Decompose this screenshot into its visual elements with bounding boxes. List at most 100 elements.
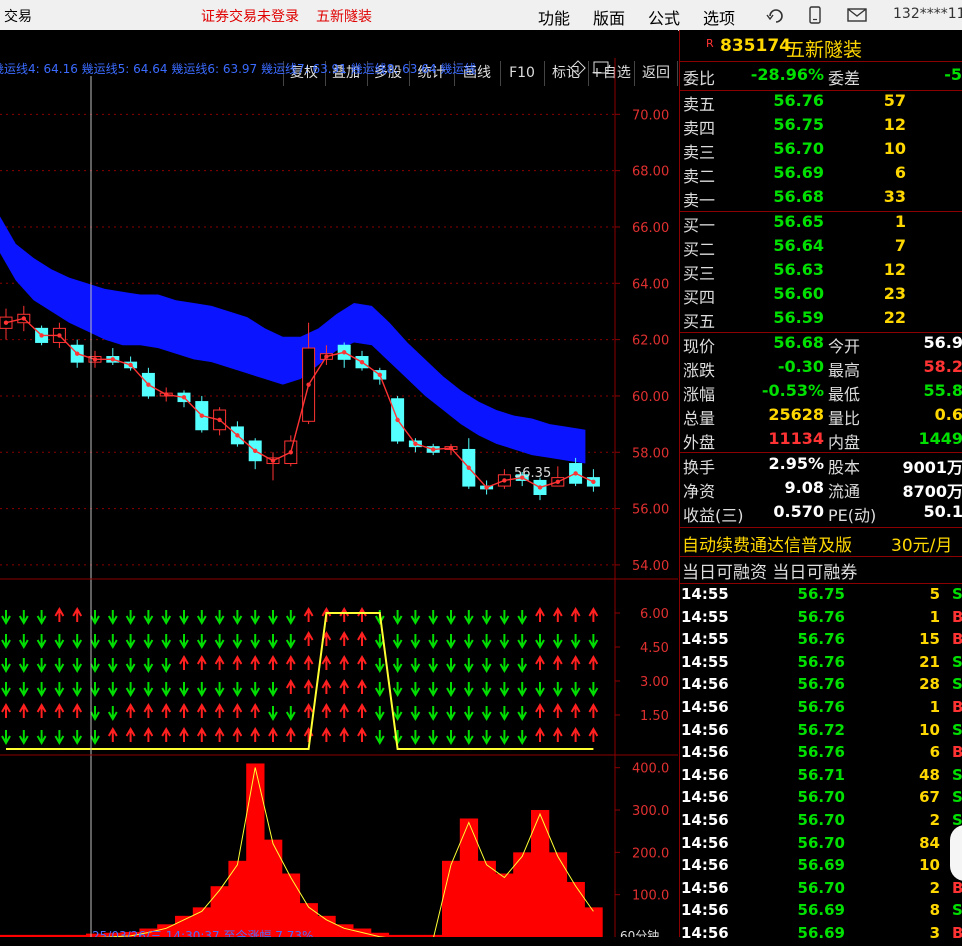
book-row[interactable]: 买二 56.64 7 [680, 236, 962, 259]
arrow-down-icon [410, 730, 421, 746]
menu-layout[interactable]: 版面 [593, 5, 625, 29]
arrow-down-icon [54, 658, 65, 674]
arrow-down-icon [125, 682, 136, 698]
price-line-point [110, 357, 116, 362]
book-price[interactable]: 56.70 [750, 139, 824, 158]
book-row[interactable]: 卖一 56.68 33 [680, 187, 962, 210]
book-price[interactable]: 56.60 [750, 284, 824, 303]
book-price[interactable]: 56.75 [750, 115, 824, 134]
arrow-down-icon [499, 610, 510, 626]
arrow-down-icon [552, 634, 563, 650]
float-widget[interactable] [950, 825, 962, 881]
arrow-down-icon [232, 682, 243, 698]
arrow-down-icon [125, 634, 136, 650]
arrow-down-icon [196, 634, 207, 650]
arrow-down-icon [125, 610, 136, 626]
tick-volume: 84 [919, 833, 940, 852]
price-line-point [377, 372, 382, 378]
arrow-down-icon [18, 634, 29, 650]
book-price[interactable]: 56.64 [750, 236, 824, 255]
book-price[interactable]: 56.63 [750, 260, 824, 279]
tick-volume: 6 [929, 743, 940, 762]
promo-text[interactable]: 自动续费通达信普及版 [682, 531, 852, 556]
book-price[interactable]: 56.76 [750, 91, 824, 110]
arrow-down-icon [517, 610, 528, 626]
arrow-down-icon [392, 682, 403, 698]
tick-price: 56.71 [797, 765, 845, 784]
quote-panel: R 835174 五新隧装 委比 -28.96% 委差 -5 卖五 56.76 57… [679, 30, 962, 942]
book-label: 卖一 [683, 191, 716, 210]
tick-time: 14:56 [681, 901, 729, 920]
arrow-up-icon [570, 654, 581, 670]
quote-value: 8700万 [902, 482, 962, 501]
price-line-point [57, 333, 62, 338]
book-row[interactable]: 卖三 56.70 10 [680, 139, 962, 162]
login-notice[interactable]: 证券交易未登录 [201, 6, 299, 26]
promo-price[interactable]: 30元/月 [891, 531, 952, 556]
price-line-point [448, 445, 454, 451]
trend-band [0, 216, 586, 464]
kline-chart[interactable]: 70.00 68.00 66.00 64.00 62.00 60.00 58.00 56.00… [0, 58, 678, 943]
tick-side: B [952, 924, 962, 942]
period-label: 60分钟 [620, 928, 659, 937]
price-line-point [413, 441, 418, 447]
book-volume: 12 [883, 260, 906, 279]
volume-bar [264, 839, 283, 937]
quote-row: 现价 56.68 今开 56.9 [680, 333, 962, 356]
indicator-tick-label: 6.00 [640, 607, 669, 622]
arrow-up-icon [36, 702, 47, 718]
arrow-down-icon [517, 634, 528, 650]
book-price[interactable]: 56.68 [750, 187, 824, 206]
indicator-tick-label: 3.00 [640, 675, 669, 690]
tick-side: S [952, 901, 962, 920]
book-row[interactable]: 卖四 56.75 12 [680, 115, 962, 138]
diamond-icon[interactable] [570, 60, 586, 76]
mail-icon[interactable] [846, 7, 868, 23]
quote-label: 现价 [683, 337, 716, 356]
book-row[interactable]: 卖五 56.76 57 [680, 91, 962, 114]
tick-row: 14:55 56.76 1 B [680, 608, 962, 630]
arrow-down-icon [54, 682, 65, 698]
price-line-point [3, 320, 9, 325]
chart-area[interactable]: 70.00 68.00 66.00 64.00 62.00 60.00 58.00 56.00… [0, 58, 678, 943]
price-tick-label: 70.00 [632, 108, 669, 123]
menu-options[interactable]: 选项 [703, 5, 735, 29]
arrow-down-icon [232, 634, 243, 650]
arrow-up-icon [588, 726, 599, 742]
window-toggle-icon[interactable] [593, 61, 609, 74]
book-row[interactable]: 买五 56.59 22 [680, 308, 962, 331]
arrow-down-icon [161, 658, 172, 674]
price-line-point [217, 417, 222, 423]
book-volume: 23 [883, 284, 906, 303]
promo-row[interactable]: 自动续费通达信普及版 30元/月 [680, 530, 962, 556]
min-price-label: 56.35 [514, 466, 551, 481]
user-id[interactable]: 132****11 [893, 6, 962, 22]
book-price[interactable]: 56.65 [750, 212, 824, 231]
arrow-down-icon [499, 682, 510, 698]
menu-function[interactable]: 功能 [538, 5, 570, 29]
menu-formula[interactable]: 公式 [648, 5, 680, 29]
arrow-down-icon [410, 706, 421, 722]
arrow-up-icon [268, 726, 278, 742]
book-row[interactable]: 买三 56.63 12 [680, 260, 962, 283]
tick-volume: 48 [919, 765, 940, 784]
book-label: 买一 [683, 216, 716, 235]
tick-time: 14:56 [681, 698, 729, 716]
arrow-up-icon [54, 606, 65, 622]
price-line-point [21, 316, 26, 321]
book-row[interactable]: 买一 56.65 1 [680, 212, 962, 235]
book-price[interactable]: 56.59 [750, 308, 824, 327]
arrow-up-icon [1, 702, 11, 718]
tick-time: 14:56 [681, 765, 729, 784]
arrow-down-icon [1, 730, 11, 746]
book-row[interactable]: 卖二 56.69 6 [680, 163, 962, 186]
menu-trade[interactable]: 交易 [4, 6, 32, 26]
phone-icon[interactable] [807, 5, 823, 25]
book-row[interactable]: 买四 56.60 23 [680, 284, 962, 307]
arrow-down-icon [36, 730, 47, 746]
refresh-icon[interactable] [766, 6, 786, 24]
book-price[interactable]: 56.69 [750, 163, 824, 182]
arrow-up-icon [250, 654, 261, 670]
arrow-down-icon [392, 658, 403, 674]
tick-time: 14:56 [681, 788, 729, 807]
